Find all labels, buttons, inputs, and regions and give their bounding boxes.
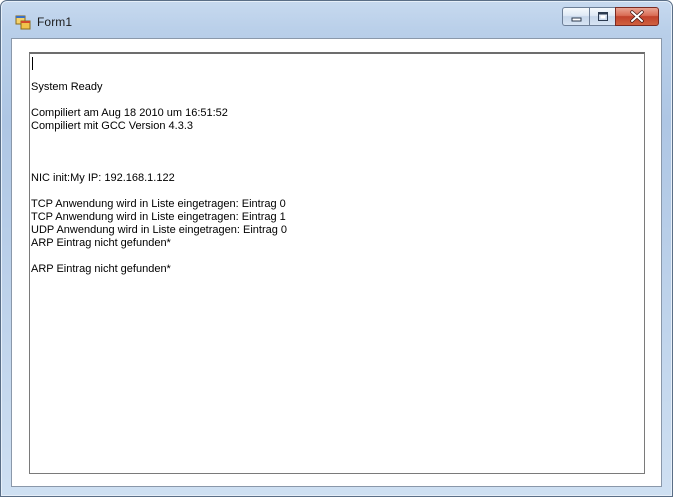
text-caret — [32, 57, 33, 70]
output-line: Compiliert mit GCC Version 4.3.3 — [31, 120, 193, 132]
output-line — [31, 146, 287, 159]
caption-buttons — [562, 7, 659, 27]
output-line — [31, 133, 287, 146]
output-textbox[interactable]: System Ready Compiliert am Aug 18 2010 um… — [29, 52, 645, 474]
output-line: System Ready — [31, 81, 103, 93]
output-line: Compiliert am Aug 18 2010 um 16:51:52 — [31, 107, 228, 119]
close-icon — [630, 10, 644, 23]
output-line: ARP Eintrag nicht gefunden* — [31, 237, 171, 249]
minimize-button[interactable] — [562, 7, 589, 26]
output-line — [31, 250, 287, 263]
output-line — [31, 185, 287, 198]
output-line: NIC init:My IP: 192.168.1.122 — [31, 172, 175, 184]
maximize-button[interactable] — [589, 7, 615, 26]
output-line — [31, 159, 287, 172]
title-bar[interactable]: Form1 — [1, 1, 672, 37]
form1-window: Form1 System Ready Compiliert am Aug 18 … — [0, 0, 673, 497]
output-line — [31, 94, 287, 107]
output-line: UDP Anwendung wird in Liste eingetragen:… — [31, 224, 288, 236]
output-line: ARP Eintrag nicht gefunden* — [31, 263, 171, 275]
output-lines: System Ready Compiliert am Aug 18 2010 um… — [31, 81, 287, 276]
output-line: TCP Anwendung wird in Liste eingetragen:… — [31, 211, 286, 223]
output-line: TCP Anwendung wird in Liste eingetragen:… — [31, 198, 286, 210]
form-client-area: System Ready Compiliert am Aug 18 2010 um… — [11, 38, 662, 487]
minimize-icon — [571, 17, 582, 22]
form-app-icon[interactable] — [15, 14, 31, 30]
maximize-icon — [598, 12, 608, 21]
close-button[interactable] — [615, 7, 659, 26]
window-title: Form1 — [37, 15, 73, 29]
